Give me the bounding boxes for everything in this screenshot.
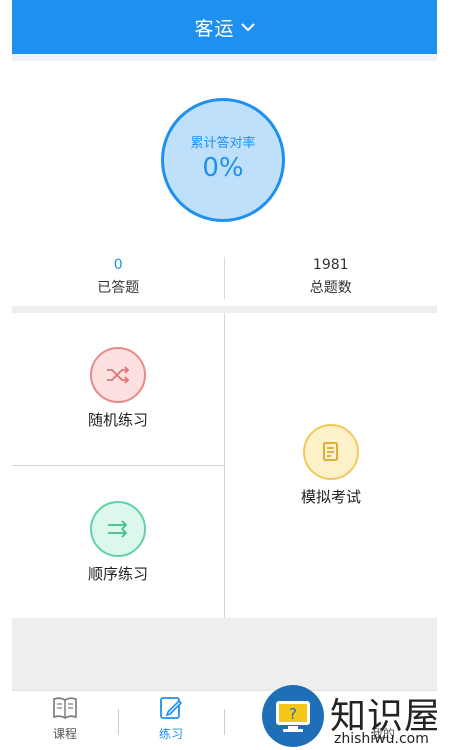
header-strip bbox=[12, 54, 437, 61]
sequential-practice-button[interactable]: 顺序练习 bbox=[12, 501, 224, 584]
practice-grid: 随机练习 顺序练习 模拟考试 bbox=[12, 313, 437, 618]
mock-exam-label: 模拟考试 bbox=[300, 488, 361, 506]
exam-paper-icon bbox=[303, 424, 359, 480]
shuffle-icon bbox=[90, 347, 146, 403]
category-selector[interactable]: 客运 bbox=[194, 14, 234, 41]
arrows-right-icon bbox=[90, 501, 146, 557]
accuracy-value: 0% bbox=[202, 152, 244, 183]
edit-icon bbox=[160, 697, 183, 719]
app-frame: 客运 累计答对率 0% 0 已答题 1981 总题数 随机练习 顺序练习 模拟考… bbox=[12, 0, 437, 750]
total-count: 1981 bbox=[312, 257, 349, 273]
answered-count: 0 bbox=[113, 257, 123, 273]
random-practice-label: 随机练习 bbox=[87, 411, 148, 429]
nav-label-practice: 练习 bbox=[158, 727, 183, 741]
nav-label-courses: 课程 bbox=[52, 727, 77, 741]
sequential-practice-label: 顺序练习 bbox=[87, 565, 148, 583]
nav-item-practice[interactable]: 练习 bbox=[118, 695, 224, 742]
top-bar: 客运 bbox=[12, 0, 437, 54]
count-row: 0 已答题 1981 总题数 bbox=[12, 251, 437, 303]
accuracy-label: 累计答对率 bbox=[190, 135, 256, 151]
random-practice-button[interactable]: 随机练习 bbox=[12, 347, 224, 430]
watermark: ? 知识屋 zhishiwu.com ® bbox=[262, 683, 437, 750]
grid-horizontal-divider bbox=[12, 465, 224, 466]
answered-label: 已答题 bbox=[97, 280, 140, 296]
book-icon bbox=[53, 697, 77, 719]
watermark-url: zhishiwu.com bbox=[334, 731, 429, 747]
chevron-down-icon[interactable] bbox=[240, 22, 255, 32]
answered-stat: 0 已答题 bbox=[12, 251, 225, 303]
accuracy-ring: 累计答对率 0% bbox=[161, 98, 285, 222]
svg-text:?: ? bbox=[289, 705, 297, 723]
count-divider bbox=[224, 257, 225, 299]
total-stat: 1981 总题数 bbox=[225, 251, 438, 303]
mock-exam-button[interactable]: 模拟考试 bbox=[225, 424, 437, 507]
stats-card: 累计答对率 0% 0 已答题 1981 总题数 bbox=[12, 61, 437, 306]
section-separator bbox=[12, 306, 437, 313]
nav-item-courses[interactable]: 课程 bbox=[12, 695, 118, 742]
question-monitor-icon: ? bbox=[262, 685, 324, 747]
total-label: 总题数 bbox=[309, 280, 352, 296]
empty-area bbox=[12, 618, 437, 690]
